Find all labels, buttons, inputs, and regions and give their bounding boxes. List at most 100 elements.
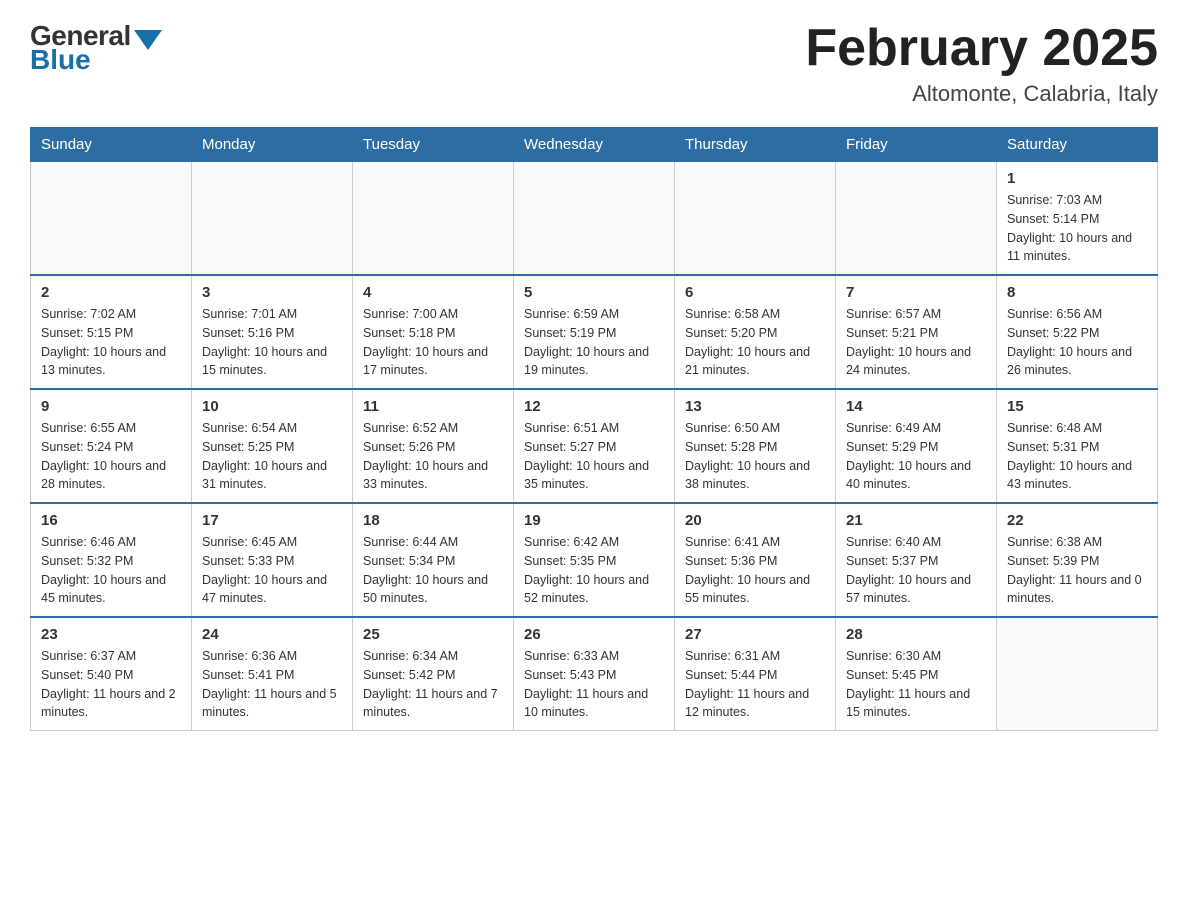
calendar-day-cell: 9 Sunrise: 6:55 AMSunset: 5:24 PMDaylight… xyxy=(31,389,192,503)
logo-triangle-icon xyxy=(134,30,162,50)
day-number: 1 xyxy=(1007,170,1147,187)
day-info: Sunrise: 7:01 AMSunset: 5:16 PMDaylight:… xyxy=(202,305,342,380)
day-info: Sunrise: 6:52 AMSunset: 5:26 PMDaylight:… xyxy=(363,419,503,494)
calendar-day-cell: 27 Sunrise: 6:31 AMSunset: 5:44 PMDayligh… xyxy=(675,617,836,731)
calendar-day-cell: 1 Sunrise: 7:03 AMSunset: 5:14 PMDaylight… xyxy=(997,162,1158,276)
day-number: 19 xyxy=(524,512,664,529)
day-info: Sunrise: 6:42 AMSunset: 5:35 PMDaylight:… xyxy=(524,533,664,608)
calendar-day-cell: 21Sunrise: 6:40 AMSunset: 5:37 PMDayligh… xyxy=(836,503,997,617)
calendar-table: SundayMondayTuesdayWednesdayThursdayFrid… xyxy=(30,127,1158,731)
day-info: Sunrise: 6:57 AMSunset: 5:21 PMDaylight:… xyxy=(846,305,986,380)
day-info: Sunrise: 6:36 AMSunset: 5:41 PMDaylight:… xyxy=(202,647,342,722)
calendar-day-header: Wednesday xyxy=(514,128,675,162)
day-info: Sunrise: 6:34 AMSunset: 5:42 PMDaylight:… xyxy=(363,647,503,722)
calendar-day-cell: 2Sunrise: 7:02 AMSunset: 5:15 PMDaylight… xyxy=(31,275,192,389)
day-number: 27 xyxy=(685,626,825,643)
calendar-day-cell: 20 Sunrise: 6:41 AMSunset: 5:36 PMDayligh… xyxy=(675,503,836,617)
day-number: 2 xyxy=(41,284,181,301)
calendar-week-row: 2Sunrise: 7:02 AMSunset: 5:15 PMDaylight… xyxy=(31,275,1158,389)
location-text: Altomonte, Calabria, Italy xyxy=(805,81,1158,107)
calendar-day-cell: 4 Sunrise: 7:00 AMSunset: 5:18 PMDaylight… xyxy=(353,275,514,389)
day-number: 23 xyxy=(41,626,181,643)
day-info: Sunrise: 6:33 AMSunset: 5:43 PMDaylight:… xyxy=(524,647,664,722)
day-number: 14 xyxy=(846,398,986,415)
day-number: 8 xyxy=(1007,284,1147,301)
day-info: Sunrise: 6:54 AMSunset: 5:25 PMDaylight:… xyxy=(202,419,342,494)
day-info: Sunrise: 6:44 AMSunset: 5:34 PMDaylight:… xyxy=(363,533,503,608)
day-number: 3 xyxy=(202,284,342,301)
calendar-day-cell xyxy=(353,162,514,276)
calendar-day-header: Tuesday xyxy=(353,128,514,162)
calendar-day-cell: 18 Sunrise: 6:44 AMSunset: 5:34 PMDayligh… xyxy=(353,503,514,617)
calendar-day-cell: 8 Sunrise: 6:56 AMSunset: 5:22 PMDaylight… xyxy=(997,275,1158,389)
calendar-day-cell xyxy=(192,162,353,276)
day-info: Sunrise: 7:00 AMSunset: 5:18 PMDaylight:… xyxy=(363,305,503,380)
calendar-day-cell: 11 Sunrise: 6:52 AMSunset: 5:26 PMDayligh… xyxy=(353,389,514,503)
calendar-day-cell: 15 Sunrise: 6:48 AMSunset: 5:31 PMDayligh… xyxy=(997,389,1158,503)
day-number: 7 xyxy=(846,284,986,301)
day-number: 13 xyxy=(685,398,825,415)
day-info: Sunrise: 7:03 AMSunset: 5:14 PMDaylight:… xyxy=(1007,191,1147,266)
page-header: General Blue February 2025 Altomonte, Ca… xyxy=(30,20,1158,107)
day-number: 16 xyxy=(41,512,181,529)
title-section: February 2025 Altomonte, Calabria, Italy xyxy=(805,20,1158,107)
calendar-week-row: 16 Sunrise: 6:46 AMSunset: 5:32 PMDayligh… xyxy=(31,503,1158,617)
day-number: 15 xyxy=(1007,398,1147,415)
day-info: Sunrise: 6:58 AMSunset: 5:20 PMDaylight:… xyxy=(685,305,825,380)
calendar-day-cell: 13 Sunrise: 6:50 AMSunset: 5:28 PMDayligh… xyxy=(675,389,836,503)
calendar-day-header: Sunday xyxy=(31,128,192,162)
calendar-day-cell: 7 Sunrise: 6:57 AMSunset: 5:21 PMDaylight… xyxy=(836,275,997,389)
calendar-day-header: Monday xyxy=(192,128,353,162)
day-number: 10 xyxy=(202,398,342,415)
calendar-day-header: Saturday xyxy=(997,128,1158,162)
day-info: Sunrise: 6:31 AMSunset: 5:44 PMDaylight:… xyxy=(685,647,825,722)
day-number: 21 xyxy=(846,512,986,529)
day-number: 4 xyxy=(363,284,503,301)
calendar-header-row: SundayMondayTuesdayWednesdayThursdayFrid… xyxy=(31,128,1158,162)
month-title: February 2025 xyxy=(805,20,1158,77)
calendar-week-row: 9 Sunrise: 6:55 AMSunset: 5:24 PMDaylight… xyxy=(31,389,1158,503)
day-number: 20 xyxy=(685,512,825,529)
logo: General Blue xyxy=(30,20,162,76)
calendar-day-cell: 23 Sunrise: 6:37 AMSunset: 5:40 PMDayligh… xyxy=(31,617,192,731)
calendar-day-cell: 12Sunrise: 6:51 AMSunset: 5:27 PMDayligh… xyxy=(514,389,675,503)
calendar-day-cell: 14 Sunrise: 6:49 AMSunset: 5:29 PMDayligh… xyxy=(836,389,997,503)
calendar-day-cell xyxy=(31,162,192,276)
calendar-day-cell: 19 Sunrise: 6:42 AMSunset: 5:35 PMDayligh… xyxy=(514,503,675,617)
day-info: Sunrise: 6:59 AMSunset: 5:19 PMDaylight:… xyxy=(524,305,664,380)
day-info: Sunrise: 6:41 AMSunset: 5:36 PMDaylight:… xyxy=(685,533,825,608)
day-info: Sunrise: 6:55 AMSunset: 5:24 PMDaylight:… xyxy=(41,419,181,494)
day-info: Sunrise: 6:50 AMSunset: 5:28 PMDaylight:… xyxy=(685,419,825,494)
day-number: 11 xyxy=(363,398,503,415)
calendar-day-cell: 26Sunrise: 6:33 AMSunset: 5:43 PMDayligh… xyxy=(514,617,675,731)
day-number: 6 xyxy=(685,284,825,301)
calendar-day-cell xyxy=(997,617,1158,731)
day-number: 18 xyxy=(363,512,503,529)
calendar-day-cell: 16 Sunrise: 6:46 AMSunset: 5:32 PMDayligh… xyxy=(31,503,192,617)
logo-blue-text: Blue xyxy=(30,44,91,76)
day-info: Sunrise: 6:30 AMSunset: 5:45 PMDaylight:… xyxy=(846,647,986,722)
day-number: 22 xyxy=(1007,512,1147,529)
calendar-day-cell: 22 Sunrise: 6:38 AMSunset: 5:39 PMDayligh… xyxy=(997,503,1158,617)
calendar-day-cell: 17 Sunrise: 6:45 AMSunset: 5:33 PMDayligh… xyxy=(192,503,353,617)
day-number: 28 xyxy=(846,626,986,643)
calendar-day-cell xyxy=(836,162,997,276)
day-number: 9 xyxy=(41,398,181,415)
day-info: Sunrise: 6:49 AMSunset: 5:29 PMDaylight:… xyxy=(846,419,986,494)
calendar-day-cell: 5Sunrise: 6:59 AMSunset: 5:19 PMDaylight… xyxy=(514,275,675,389)
calendar-week-row: 23 Sunrise: 6:37 AMSunset: 5:40 PMDayligh… xyxy=(31,617,1158,731)
day-info: Sunrise: 6:38 AMSunset: 5:39 PMDaylight:… xyxy=(1007,533,1147,608)
day-info: Sunrise: 6:45 AMSunset: 5:33 PMDaylight:… xyxy=(202,533,342,608)
calendar-day-cell xyxy=(514,162,675,276)
day-info: Sunrise: 6:56 AMSunset: 5:22 PMDaylight:… xyxy=(1007,305,1147,380)
calendar-day-cell: 6 Sunrise: 6:58 AMSunset: 5:20 PMDaylight… xyxy=(675,275,836,389)
day-number: 12 xyxy=(524,398,664,415)
calendar-day-cell: 28 Sunrise: 6:30 AMSunset: 5:45 PMDayligh… xyxy=(836,617,997,731)
day-info: Sunrise: 6:37 AMSunset: 5:40 PMDaylight:… xyxy=(41,647,181,722)
day-info: Sunrise: 6:48 AMSunset: 5:31 PMDaylight:… xyxy=(1007,419,1147,494)
day-info: Sunrise: 6:46 AMSunset: 5:32 PMDaylight:… xyxy=(41,533,181,608)
day-number: 25 xyxy=(363,626,503,643)
calendar-week-row: 1 Sunrise: 7:03 AMSunset: 5:14 PMDaylight… xyxy=(31,162,1158,276)
calendar-day-header: Thursday xyxy=(675,128,836,162)
day-number: 17 xyxy=(202,512,342,529)
